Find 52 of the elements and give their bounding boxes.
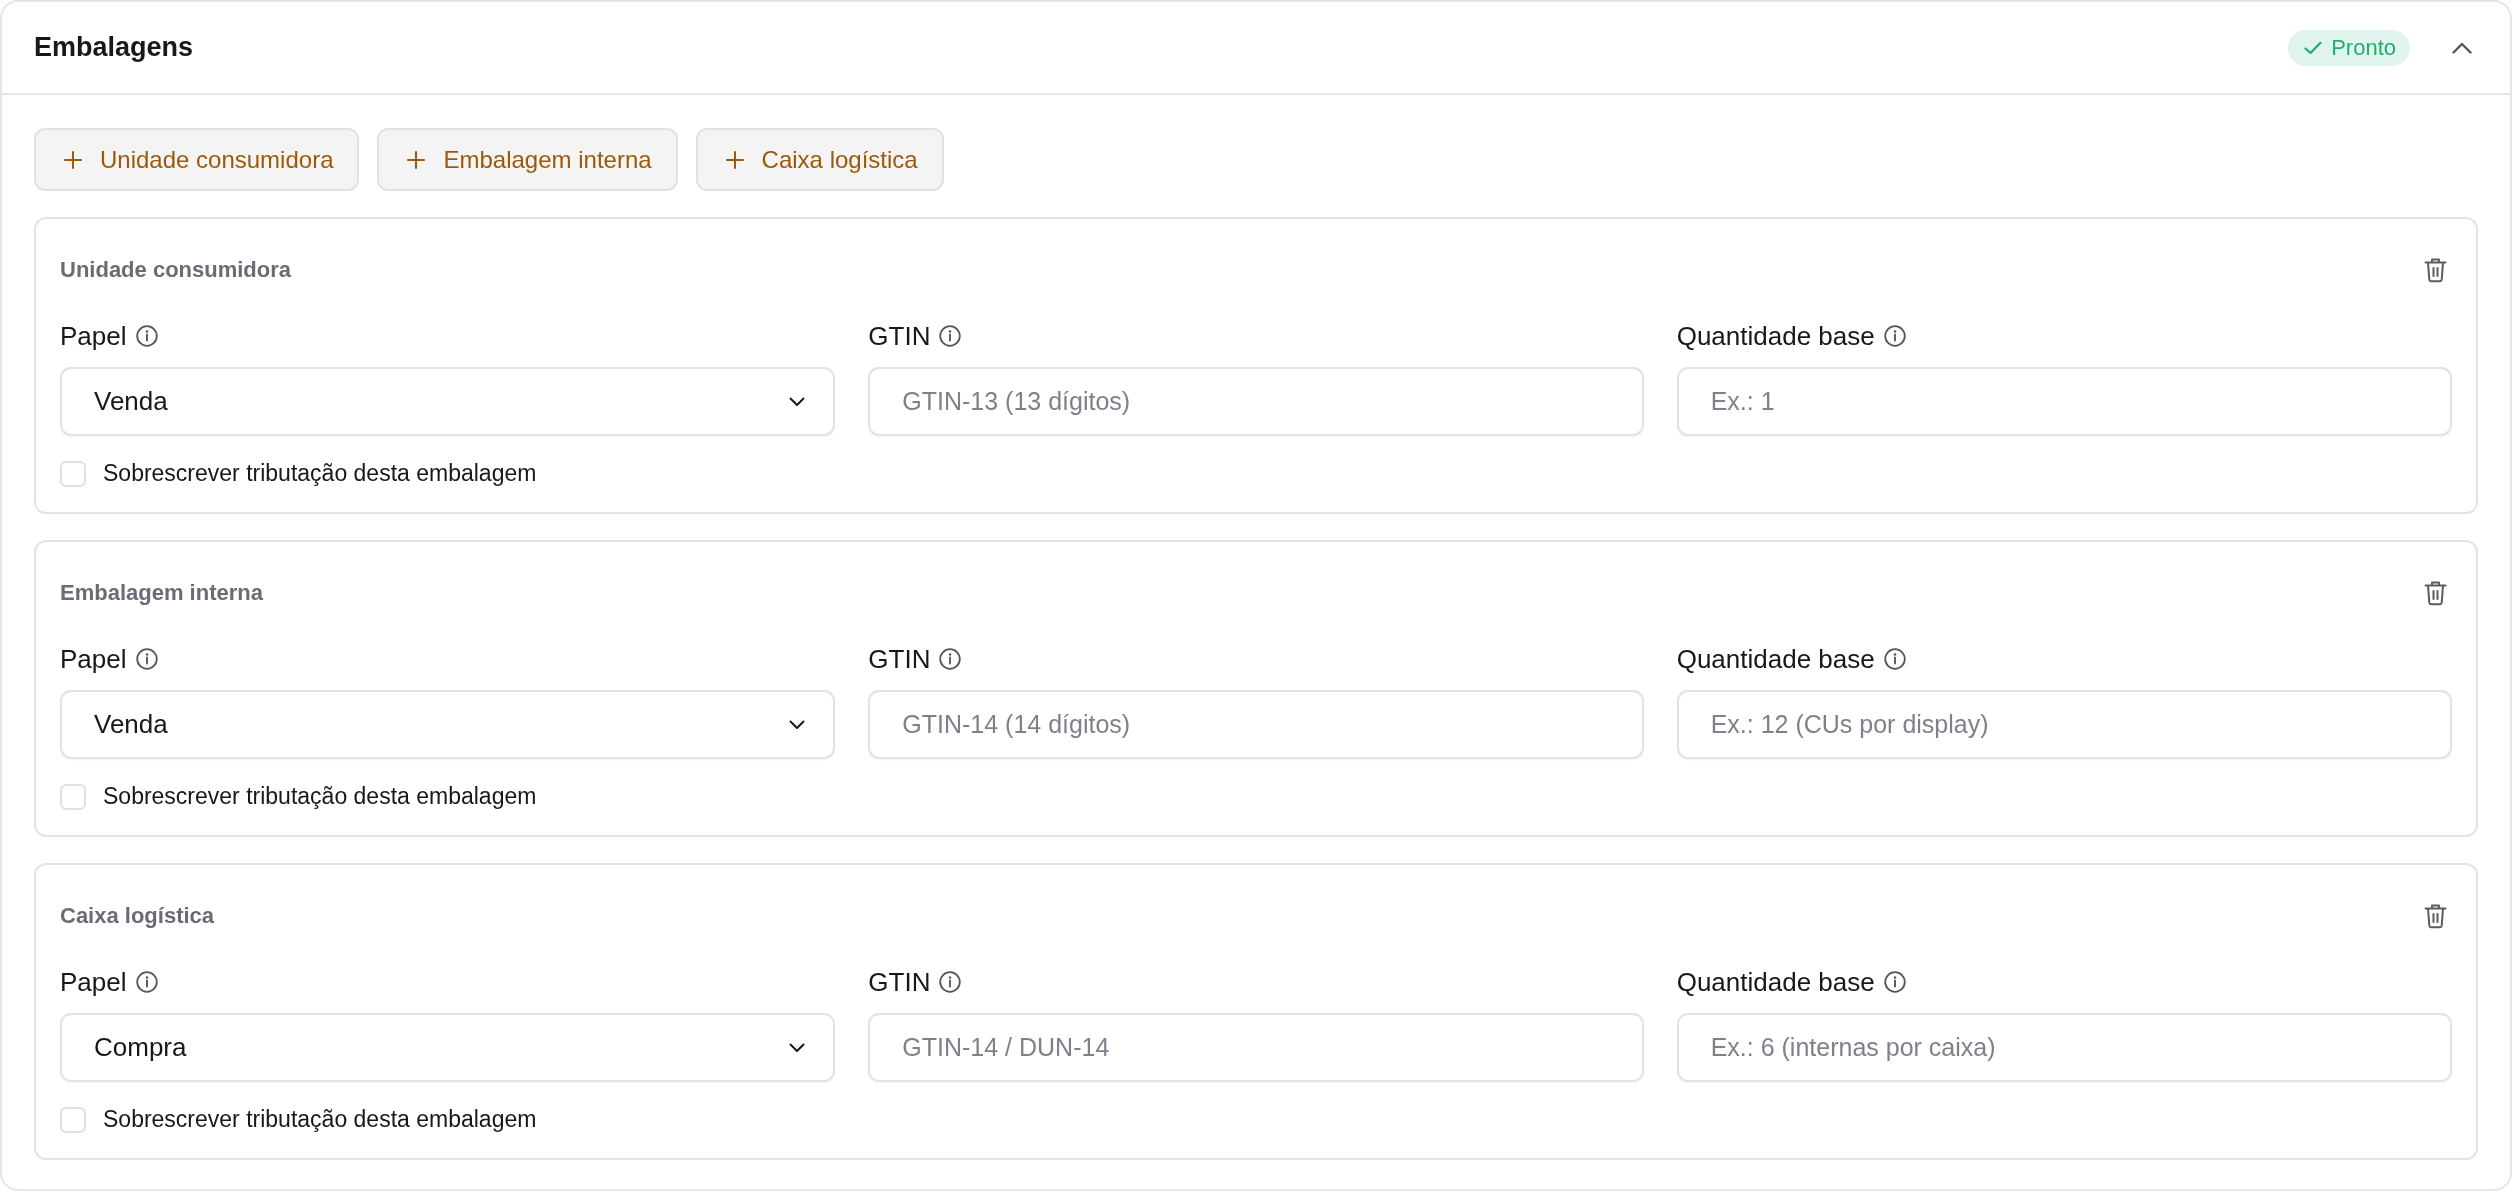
field-label: GTIN: [868, 966, 931, 998]
checkbox[interactable]: [60, 460, 86, 487]
info-icon[interactable]: [1883, 971, 1906, 993]
input-field[interactable]: GTIN-14 / DUN-14: [868, 1013, 1644, 1082]
info-icon[interactable]: [939, 325, 962, 347]
trash-icon[interactable]: [2424, 903, 2447, 929]
plus-icon: [407, 150, 426, 169]
info-icon[interactable]: [135, 648, 158, 670]
card-title: Embalagem interna: [60, 580, 263, 606]
field-label: GTIN: [868, 320, 931, 352]
check-icon: [2304, 40, 2323, 55]
info-icon[interactable]: [939, 971, 962, 993]
plus-icon: [64, 150, 82, 169]
chevron-down-icon: [789, 1042, 806, 1053]
section-title: Embalagens: [34, 32, 195, 63]
field-label: Quantidade base: [1676, 643, 1875, 675]
card-title: Caixa logística: [60, 903, 215, 929]
info-icon[interactable]: [135, 325, 158, 347]
card-title: Unidade consumidora: [60, 257, 292, 283]
field-label: Papel: [60, 320, 127, 352]
add-button[interactable]: Embalagem interna: [377, 128, 678, 191]
chevron-down-icon: [789, 719, 806, 730]
add-button[interactable]: Unidade consumidora: [34, 128, 360, 191]
input-field[interactable]: Ex.: 6 (internas por caixa): [1676, 1013, 2452, 1082]
select-field[interactable]: Venda: [60, 690, 836, 759]
status-text: Pronto: [2331, 36, 2396, 59]
checkbox-label: Sobrescrever tributação desta embalagem: [103, 1106, 537, 1133]
trash-icon[interactable]: [2424, 257, 2447, 283]
field-label: Quantidade base: [1676, 320, 1875, 352]
select-field[interactable]: Compra: [60, 1013, 836, 1082]
checkbox[interactable]: [60, 1106, 86, 1133]
checkbox[interactable]: [60, 783, 86, 810]
chevron-icon[interactable]: [2452, 41, 2472, 54]
field-label: Quantidade base: [1676, 966, 1875, 998]
info-icon[interactable]: [1883, 648, 1906, 670]
field-label: GTIN: [868, 643, 931, 675]
select-field[interactable]: Venda: [60, 367, 836, 436]
chevron-down-icon: [789, 396, 806, 407]
input-field[interactable]: Ex.: 1: [1676, 367, 2452, 436]
input-field[interactable]: Ex.: 12 (CUs por display): [1676, 690, 2452, 759]
field-label: Papel: [60, 643, 127, 675]
info-icon[interactable]: [1883, 325, 1906, 347]
plus-icon: [725, 150, 744, 169]
info-icon[interactable]: [135, 971, 158, 993]
info-icon[interactable]: [939, 648, 962, 670]
field-label: Papel: [60, 966, 127, 998]
input-field[interactable]: GTIN-14 (14 dígitos): [868, 690, 1644, 759]
checkbox-label: Sobrescrever tributação desta embalagem: [103, 460, 537, 487]
trash-icon[interactable]: [2424, 580, 2447, 606]
checkbox-label: Sobrescrever tributação desta embalagem: [103, 783, 537, 810]
add-button[interactable]: Caixa logística: [695, 128, 944, 191]
input-field[interactable]: GTIN-13 (13 dígitos): [868, 367, 1644, 436]
